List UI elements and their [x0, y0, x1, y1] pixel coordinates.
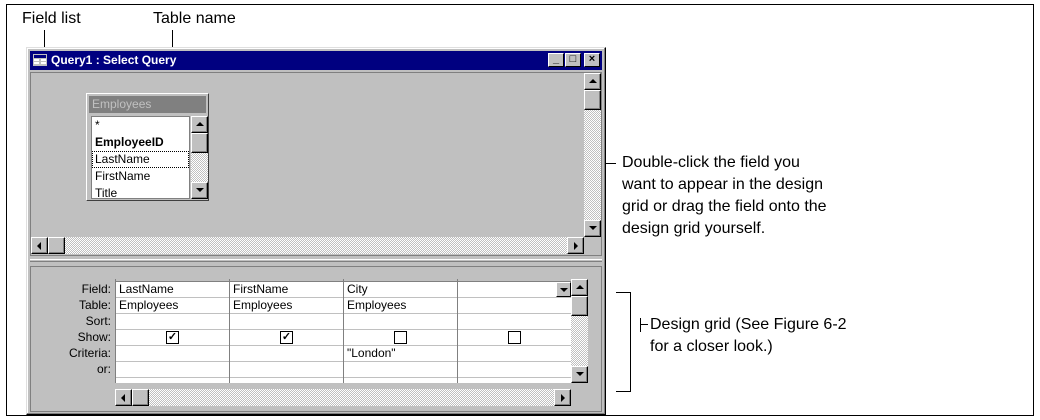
design-grid-bracket-top: [616, 292, 631, 293]
field-cell[interactable]: [458, 282, 571, 298]
field-list[interactable]: * EmployeeID LastName FirstName Title: [91, 116, 190, 199]
design-grid-line-1: Design grid (See Figure 6-2: [650, 316, 847, 333]
table-cell[interactable]: Employees: [116, 298, 229, 314]
field-cell[interactable]: FirstName: [230, 282, 343, 298]
scroll-right-icon[interactable]: [567, 237, 584, 254]
scroll-down-icon[interactable]: [571, 366, 588, 383]
close-button[interactable]: ×: [584, 53, 600, 67]
sort-cell[interactable]: [116, 314, 229, 330]
maximize-button[interactable]: □: [565, 53, 581, 67]
show-cell: ✓: [116, 330, 229, 346]
double-click-line-1: Double-click the field you: [622, 154, 800, 171]
design-grid-leader-h: [640, 324, 648, 325]
sort-cell[interactable]: [230, 314, 343, 330]
field-list-item-key[interactable]: EmployeeID: [92, 134, 189, 151]
scroll-up-icon[interactable]: [191, 116, 208, 133]
field-list-title[interactable]: Employees: [89, 96, 206, 113]
criteria-cell[interactable]: [230, 346, 343, 362]
or-cell[interactable]: [230, 362, 343, 378]
minimize-button[interactable]: _: [548, 53, 564, 67]
table-name-callout: Table name: [153, 10, 236, 27]
double-click-line-3: grid or drag the field onto the: [622, 198, 827, 215]
row-label-show: Show:: [77, 330, 111, 344]
double-click-line-4: design grid yourself.: [622, 220, 766, 237]
row-label-field: Field:: [81, 282, 111, 296]
scroll-thumb[interactable]: [584, 90, 601, 110]
table-pane-vscroll[interactable]: [584, 73, 601, 237]
table-cell[interactable]: [458, 298, 571, 314]
scroll-down-icon[interactable]: [191, 182, 208, 199]
design-grid-line-2: for a closer look.): [650, 338, 773, 355]
table-cell[interactable]: Employees: [344, 298, 457, 314]
field-cell[interactable]: LastName: [116, 282, 229, 298]
show-cell: ✓: [230, 330, 343, 346]
show-cell: [458, 330, 571, 346]
field-list-item[interactable]: *: [92, 117, 189, 134]
show-checkbox[interactable]: [394, 331, 407, 344]
double-click-callout: Double-click the field you want to appea…: [622, 152, 827, 240]
field-list-scrollbar[interactable]: [191, 116, 208, 199]
grid-column[interactable]: LastName Employees ✓: [116, 279, 230, 383]
scroll-down-icon[interactable]: [584, 220, 601, 237]
field-list-item[interactable]: Title: [92, 185, 189, 198]
scroll-thumb[interactable]: [571, 296, 588, 316]
criteria-cell[interactable]: "London": [344, 346, 457, 362]
grid-column[interactable]: City Employees "London": [344, 279, 458, 383]
row-label-table: Table:: [78, 298, 111, 312]
design-grid-bracket: [630, 292, 631, 392]
field-list-window[interactable]: Employees * EmployeeID LastName FirstNam…: [86, 93, 209, 201]
or-cell[interactable]: [458, 362, 571, 378]
show-cell: [344, 330, 457, 346]
design-grid-leader: [640, 318, 641, 332]
scroll-right-icon[interactable]: [554, 389, 571, 406]
scroll-up-icon[interactable]: [571, 279, 588, 296]
row-label-or: or:: [96, 362, 111, 376]
pane-splitter[interactable]: [30, 259, 602, 262]
double-click-line-2: want to appear in the design: [622, 176, 824, 193]
table-pane-hscroll[interactable]: [31, 237, 584, 254]
scroll-left-icon[interactable]: [115, 389, 132, 406]
minimize-icon: _: [552, 53, 560, 65]
grid-row-labels: Field: Table: Sort: Show: Criteria: or:: [31, 281, 113, 377]
scroll-thumb[interactable]: [191, 133, 208, 153]
design-grid-bracket-bottom: [616, 391, 631, 392]
or-cell[interactable]: [116, 362, 229, 378]
row-label-sort: Sort:: [85, 314, 111, 328]
close-icon: ×: [588, 53, 596, 65]
criteria-cell[interactable]: [458, 346, 571, 362]
grid-hscroll[interactable]: [115, 389, 571, 406]
scroll-thumb[interactable]: [48, 237, 65, 254]
field-list-item[interactable]: FirstName: [92, 168, 189, 185]
show-checkbox[interactable]: [508, 331, 521, 344]
show-checkbox[interactable]: ✓: [280, 331, 293, 344]
design-grid-pane: Field: Table: Sort: Show: Criteria: or: …: [30, 266, 602, 412]
field-dropdown-icon[interactable]: [556, 282, 571, 297]
sort-cell[interactable]: [344, 314, 457, 330]
title-bar[interactable]: Query1 : Select Query _ □ ×: [30, 51, 602, 70]
query-window: Query1 : Select Query _ □ × Employees * …: [26, 47, 606, 415]
grid-column[interactable]: [458, 279, 571, 383]
design-grid-callout: Design grid (See Figure 6-2 for a closer…: [650, 314, 847, 358]
query-window-icon: [33, 54, 47, 66]
scroll-thumb[interactable]: [132, 389, 149, 406]
criteria-cell[interactable]: [116, 346, 229, 362]
row-label-criteria: Criteria:: [68, 346, 111, 360]
grid-column[interactable]: FirstName Employees ✓: [230, 279, 344, 383]
grid-vscroll[interactable]: [571, 279, 588, 383]
scroll-up-icon[interactable]: [584, 73, 601, 90]
show-checkbox[interactable]: ✓: [166, 331, 179, 344]
field-list-item-selected[interactable]: LastName: [92, 151, 189, 168]
table-pane: Employees * EmployeeID LastName FirstNam…: [30, 72, 602, 256]
maximize-icon: □: [569, 53, 577, 65]
design-grid: LastName Employees ✓ FirstName Employees…: [115, 279, 571, 383]
window-title: Query1 : Select Query: [51, 53, 177, 67]
sort-cell[interactable]: [458, 314, 571, 330]
scroll-left-icon[interactable]: [31, 237, 48, 254]
field-cell[interactable]: City: [344, 282, 457, 298]
table-cell[interactable]: Employees: [230, 298, 343, 314]
or-cell[interactable]: [344, 362, 457, 378]
field-list-callout: Field list: [22, 10, 81, 27]
